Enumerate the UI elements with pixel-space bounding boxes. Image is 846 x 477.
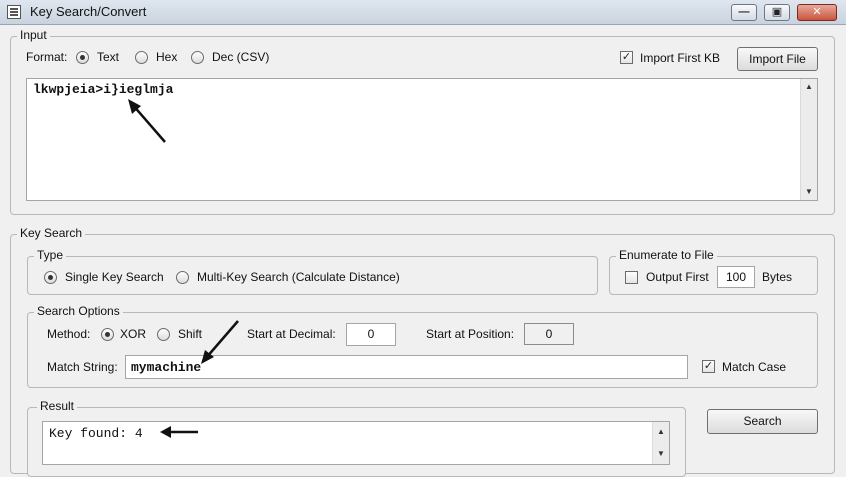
input-scrollbar[interactable]: ▲ ▼: [800, 79, 817, 200]
format-dec-radio[interactable]: [191, 51, 204, 64]
method-xor-label[interactable]: XOR: [120, 327, 146, 341]
input-group-label: Input: [17, 28, 50, 42]
format-label: Format:: [26, 50, 68, 64]
format-text-radio[interactable]: [76, 51, 89, 64]
output-first-label[interactable]: Output First: [646, 270, 709, 284]
enumerate-group-label: Enumerate to File: [616, 248, 717, 262]
app-icon: [7, 5, 21, 19]
scroll-up-icon[interactable]: ▲: [653, 424, 669, 440]
start-decimal-label: Start at Decimal:: [247, 327, 336, 341]
search-options-group-label: Search Options: [34, 304, 123, 318]
start-position-label: Start at Position:: [426, 327, 515, 341]
format-hex-radio[interactable]: [135, 51, 148, 64]
scroll-down-icon[interactable]: ▼: [801, 184, 817, 200]
start-position-input[interactable]: 0: [524, 323, 574, 345]
result-text: Key found: 4: [49, 426, 143, 441]
match-case-checkbox[interactable]: ✓: [702, 360, 715, 373]
match-string-label: Match String:: [47, 360, 118, 374]
format-text-label[interactable]: Text: [97, 50, 119, 64]
annotation-arrow-icon: [128, 99, 166, 143]
minimize-button[interactable]: —: [731, 4, 757, 21]
single-key-search-label[interactable]: Single Key Search: [65, 270, 164, 284]
result-text-area[interactable]: Key found: 4 ▲ ▼: [42, 421, 670, 465]
annotation-arrow-icon: [201, 320, 239, 364]
key-search-group-label: Key Search: [17, 226, 86, 240]
result-scrollbar[interactable]: ▲ ▼: [652, 422, 669, 464]
type-group-label: Type: [34, 248, 67, 262]
search-button[interactable]: Search: [707, 409, 818, 434]
method-label: Method:: [47, 327, 91, 341]
scroll-down-icon[interactable]: ▼: [653, 446, 669, 462]
multi-key-search-radio[interactable]: [176, 271, 189, 284]
start-decimal-input[interactable]: 0: [346, 323, 396, 346]
annotation-arrow-icon: [160, 426, 198, 438]
output-count-input[interactable]: 100: [717, 266, 755, 288]
format-hex-label[interactable]: Hex: [156, 50, 177, 64]
output-first-checkbox[interactable]: [625, 271, 638, 284]
result-group-label: Result: [37, 399, 78, 413]
input-text-value: lkwpjeia>i}ieglmja: [33, 82, 174, 97]
close-button[interactable]: ✕: [797, 4, 837, 21]
method-xor-radio[interactable]: [101, 328, 114, 341]
maximize-button[interactable]: ▣: [764, 4, 790, 21]
bytes-label: Bytes: [762, 270, 793, 284]
multi-key-search-label[interactable]: Multi-Key Search (Calculate Distance): [197, 270, 400, 284]
format-dec-label[interactable]: Dec (CSV): [212, 50, 269, 64]
title-bar: Key Search/Convert — ▣ ✕: [0, 0, 846, 25]
match-case-label[interactable]: Match Case: [722, 360, 786, 374]
import-first-kb-checkbox[interactable]: ✓: [620, 51, 633, 64]
window-title: Key Search/Convert: [30, 4, 147, 19]
scroll-up-icon[interactable]: ▲: [801, 79, 817, 95]
single-key-search-radio[interactable]: [44, 271, 57, 284]
match-string-value: mymachine: [131, 360, 202, 375]
method-shift-radio[interactable]: [157, 328, 170, 341]
import-file-button[interactable]: Import File: [737, 47, 818, 71]
import-first-kb-label[interactable]: Import First KB: [640, 51, 720, 65]
